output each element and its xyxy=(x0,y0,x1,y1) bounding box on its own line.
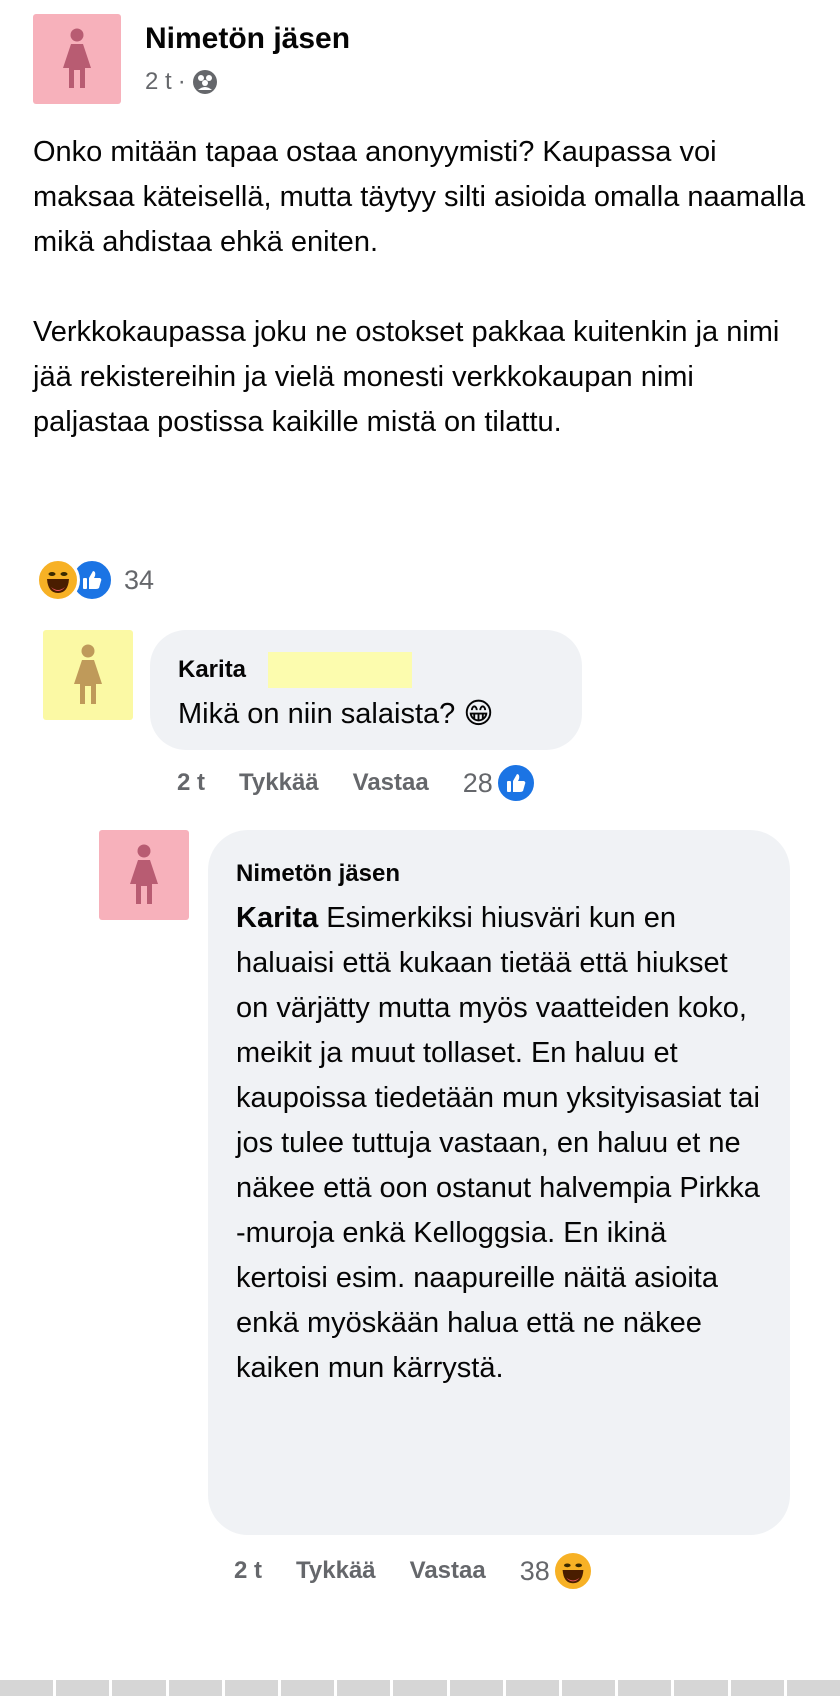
post-time[interactable]: 2 t xyxy=(145,68,172,96)
person-female-icon xyxy=(130,844,158,904)
haha-icon[interactable] xyxy=(551,1550,594,1592)
meta-separator: · xyxy=(177,68,186,95)
post-reactions[interactable]: 34 xyxy=(36,558,154,602)
post-meta: 2 t · xyxy=(145,68,218,96)
reply-time[interactable]: 2 t xyxy=(234,1557,262,1585)
mention-link[interactable]: Karita xyxy=(236,902,318,934)
comment-author-name[interactable]: Karita xyxy=(178,656,246,684)
like-icon[interactable] xyxy=(494,762,537,804)
like-button[interactable]: Tykkää xyxy=(239,769,319,797)
post-author-name[interactable]: Nimetön jäsen xyxy=(145,22,350,56)
reply-bubble: Nimetön jäsen Karita Esimerkiksi hiusvär… xyxy=(208,830,790,1535)
like-button[interactable]: Tykkää xyxy=(296,1557,376,1585)
reply-button[interactable]: Vastaa xyxy=(353,769,429,797)
comment-time[interactable]: 2 t xyxy=(177,769,205,797)
comment-reaction-count: 28 xyxy=(462,767,493,798)
reply-text-body: Esimerkiksi hiusväri kun en haluaisi ett… xyxy=(236,902,760,1384)
reply-button[interactable]: Vastaa xyxy=(410,1557,486,1585)
person-female-icon xyxy=(63,28,91,88)
reply-author-avatar[interactable] xyxy=(99,830,189,920)
reply-author-name[interactable]: Nimetön jäsen xyxy=(236,860,400,888)
person-female-icon xyxy=(74,644,102,704)
reply-text: Karita Esimerkiksi hiusväri kun en halua… xyxy=(236,896,766,1391)
reply-reaction-count: 38 xyxy=(519,1555,550,1586)
comment-bubble: Karita Mikä on niin salaista? 😁 xyxy=(150,630,582,750)
bottom-divider xyxy=(0,1680,840,1696)
comment-author-avatar[interactable] xyxy=(43,630,133,720)
post-body: Onko mitään tapaa ostaa anonyymisti? Kau… xyxy=(33,130,813,445)
comment-text: Mikä on niin salaista? 😁 xyxy=(178,698,494,730)
redacted-surname xyxy=(268,652,412,688)
reply-actions: 2 t Tykkää Vastaa 38 xyxy=(234,1550,594,1592)
post-author-avatar[interactable] xyxy=(33,14,121,104)
haha-icon xyxy=(36,558,80,602)
post-paragraph: Verkkokaupassa joku ne ostokset pakkaa k… xyxy=(33,316,780,438)
reaction-count: 34 xyxy=(124,564,155,595)
comment-actions: 2 t Tykkää Vastaa 28 xyxy=(177,762,537,804)
group-icon xyxy=(192,70,217,94)
post-paragraph: Onko mitään tapaa ostaa anonyymisti? Kau… xyxy=(33,136,806,258)
